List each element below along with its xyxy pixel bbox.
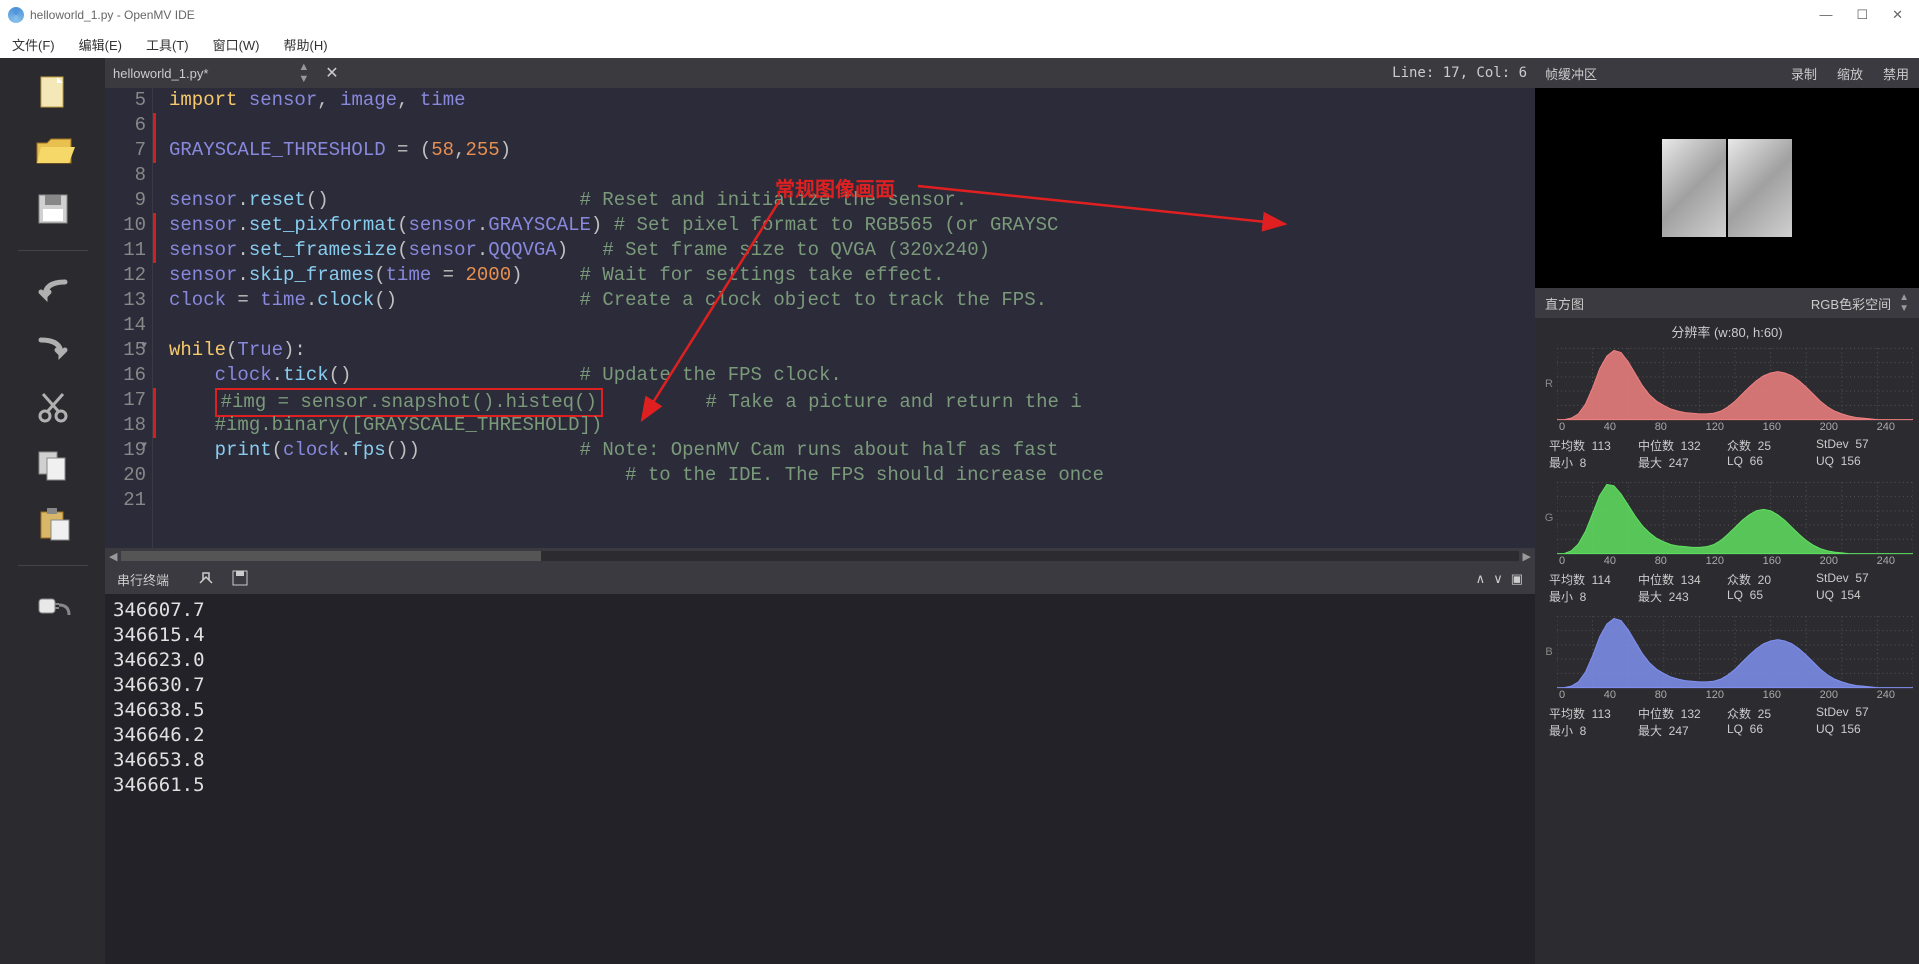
menu-file[interactable]: 文件(F) xyxy=(12,35,55,54)
framebuffer-view[interactable] xyxy=(1535,88,1919,288)
titlebar: helloworld_1.py - OpenMV IDE — ☐ ✕ xyxy=(0,0,1919,30)
terminal-label: 串行终端 xyxy=(117,570,169,589)
open-file-button[interactable] xyxy=(28,126,78,176)
menu-edit[interactable]: 编辑(E) xyxy=(79,35,122,54)
minimize-button[interactable]: — xyxy=(1819,7,1832,23)
window-title: helloworld_1.py - OpenMV IDE xyxy=(30,8,195,22)
terminal-output[interactable]: 346607.7346615.4346623.0346630.7346638.5… xyxy=(105,594,1535,964)
cursor-status: Line: 17, Col: 6 xyxy=(1392,65,1527,81)
copy-button[interactable] xyxy=(28,441,78,491)
left-toolbar xyxy=(0,58,105,964)
app-logo-icon xyxy=(8,7,24,23)
fb-record-button[interactable]: 录制 xyxy=(1791,64,1817,83)
resolution-label: 分辨率 (w:80, h:60) xyxy=(1535,318,1919,345)
save-file-button[interactable] xyxy=(28,184,78,234)
paste-button[interactable] xyxy=(28,499,78,549)
menu-tools[interactable]: 工具(T) xyxy=(146,35,189,54)
close-button[interactable]: ✕ xyxy=(1892,7,1903,23)
terminal-header: 串行终端 ∧ ∨ ▣ xyxy=(105,564,1535,594)
terminal-save-icon[interactable] xyxy=(231,569,249,590)
colorspace-select[interactable]: RGB色彩空间 xyxy=(1811,294,1891,313)
terminal-popout-icon[interactable]: ▣ xyxy=(1511,571,1523,587)
code-area[interactable]: import sensor, image, timeGRAYSCALE_THRE… xyxy=(153,88,1535,548)
menu-window[interactable]: 窗口(W) xyxy=(213,35,260,54)
tab-close-button[interactable]: ✕ xyxy=(325,63,338,83)
cut-button[interactable] xyxy=(28,383,78,433)
undo-button[interactable] xyxy=(28,267,78,317)
menu-help[interactable]: 帮助(H) xyxy=(284,35,328,54)
fb-disable-button[interactable]: 禁用 xyxy=(1883,64,1909,83)
terminal-clear-icon[interactable] xyxy=(197,569,215,590)
terminal-up-icon[interactable]: ∧ xyxy=(1476,571,1486,587)
fb-zoom-button[interactable]: 缩放 xyxy=(1837,64,1863,83)
code-editor[interactable]: ▼ ▼ 56789101112131415161718192021 import… xyxy=(105,88,1535,548)
colorspace-updown-icon[interactable]: ▲▼ xyxy=(1899,292,1909,314)
right-panel: 帧缓冲区 录制 缩放 禁用 直方图 RGB色彩空间 ▲▼ 分辨率 (w:80, … xyxy=(1535,58,1919,964)
maximize-button[interactable]: ☐ xyxy=(1856,7,1868,23)
menubar: 文件(F) 编辑(E) 工具(T) 窗口(W) 帮助(H) xyxy=(0,30,1919,58)
line-gutter: 56789101112131415161718192021 xyxy=(105,88,153,548)
editor-tabbar: helloworld_1.py* ▲▼ ✕ Line: 17, Col: 6 xyxy=(105,58,1535,88)
terminal-down-icon[interactable]: ∨ xyxy=(1493,571,1503,587)
editor-hscrollbar[interactable]: ◀▶ xyxy=(105,548,1535,564)
connect-button[interactable] xyxy=(28,582,78,632)
framebuffer-label: 帧缓冲区 xyxy=(1545,64,1597,83)
redo-button[interactable] xyxy=(28,325,78,375)
new-file-button[interactable] xyxy=(28,68,78,118)
histogram-label: 直方图 xyxy=(1545,294,1584,313)
tab-updown-icon[interactable]: ▲▼ xyxy=(298,61,309,85)
tab-filename[interactable]: helloworld_1.py* xyxy=(113,66,208,81)
